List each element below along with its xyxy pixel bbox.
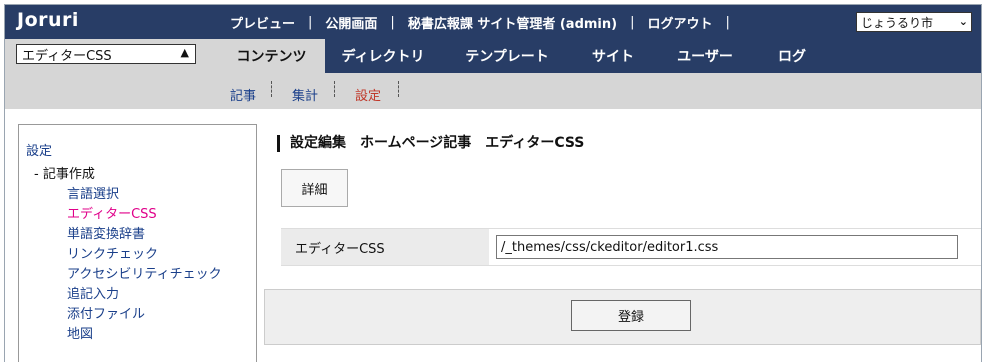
- sidebar-group: - 記事作成: [34, 165, 95, 185]
- nav-separator: |: [308, 14, 313, 30]
- tab-site[interactable]: サイト: [573, 39, 653, 73]
- subnav-separator: [398, 81, 400, 97]
- current-user: 秘書広報課 サイト管理者 (admin): [407, 16, 618, 32]
- logout-link[interactable]: ログアウト: [647, 13, 712, 32]
- subnav-settings[interactable]: 設定: [355, 85, 381, 104]
- subnav-separator: [334, 81, 336, 97]
- sidebar-item-accessibility[interactable]: アクセシビリティチェック: [67, 265, 222, 285]
- sidebar-item-map[interactable]: 地図: [67, 325, 93, 345]
- nav-separator: |: [390, 14, 395, 30]
- subnav-stats[interactable]: 集計: [292, 85, 318, 104]
- register-button[interactable]: 登録: [571, 300, 691, 331]
- page-title: 設定編集 ホームページ記事 エディターCSS: [277, 135, 584, 152]
- tab-log[interactable]: ログ: [757, 39, 827, 73]
- site-select[interactable]: じょうるり市 ⌄: [856, 12, 972, 32]
- sidebar-item-editor-css[interactable]: エディターCSS: [67, 205, 157, 225]
- nav-separator: |: [725, 14, 730, 30]
- top-bar: Joruri プレビュー | 公開画面 | 秘書広報課 サイト管理者 (admi…: [5, 5, 981, 39]
- nav-separator: |: [630, 14, 635, 30]
- sidebar-root[interactable]: 設定: [26, 142, 52, 162]
- subnav-articles[interactable]: 記事: [230, 85, 256, 104]
- sidebar-item-attachments[interactable]: 添付ファイル: [67, 305, 145, 325]
- sidebar-group-label: 記事作成: [42, 167, 95, 182]
- detail-button[interactable]: 詳細: [281, 169, 348, 207]
- subnav-separator: [271, 81, 273, 97]
- sidebar-item-append-input[interactable]: 追記入力: [67, 285, 119, 305]
- public-page-link[interactable]: 公開画面: [325, 13, 377, 32]
- triangle-up-icon: ▲: [180, 46, 189, 59]
- editor-css-row: エディターCSS: [281, 228, 981, 266]
- collapse-dash-icon: -: [34, 167, 43, 182]
- sidebar-item-link-check[interactable]: リンクチェック: [67, 245, 158, 265]
- app-frame: Joruri プレビュー | 公開画面 | 秘書広報課 サイト管理者 (admi…: [4, 4, 982, 362]
- content-menu-select[interactable]: エディターCSS ▲: [16, 44, 196, 64]
- top-nav: プレビュー | 公開画面 | 秘書広報課 サイト管理者 (admin) | ログ…: [230, 5, 743, 39]
- app-logo: Joruri: [17, 9, 79, 31]
- preview-link[interactable]: プレビュー: [230, 13, 295, 32]
- chevron-down-icon: ⌄: [958, 15, 968, 28]
- sidebar-item-dictionary[interactable]: 単語変換辞書: [67, 225, 145, 245]
- sidebar-item-language[interactable]: 言語選択: [67, 185, 119, 205]
- tab-contents[interactable]: コンテンツ: [218, 39, 325, 73]
- site-select-value: じょうるり市: [861, 15, 934, 30]
- content-menu-value: エディターCSS: [22, 48, 112, 64]
- editor-css-input[interactable]: [496, 235, 958, 259]
- tab-user[interactable]: ユーザー: [653, 39, 757, 73]
- sub-nav: [5, 73, 981, 109]
- tab-directory[interactable]: ディレクトリ: [325, 39, 441, 73]
- editor-css-label: エディターCSS: [281, 229, 489, 265]
- tab-template[interactable]: テンプレート: [441, 39, 573, 73]
